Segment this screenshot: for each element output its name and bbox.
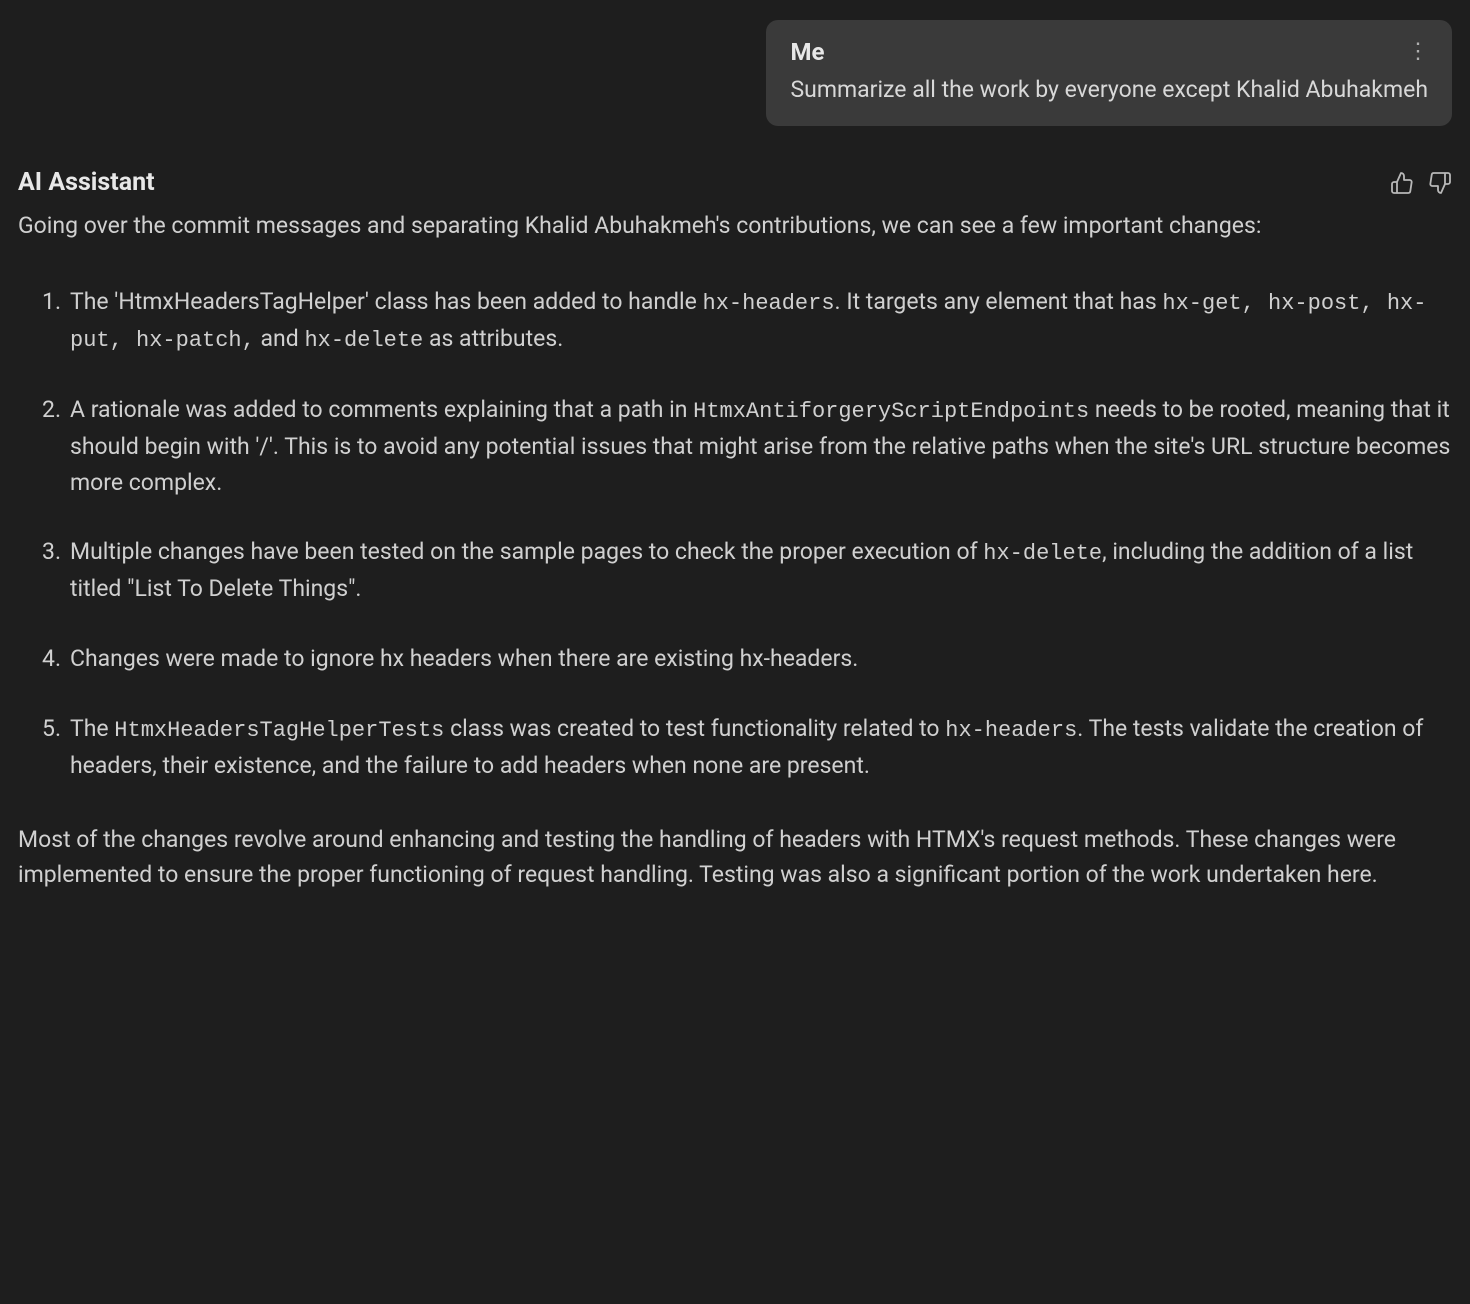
user-message-text: Summarize all the work by everyone excep… (790, 74, 1428, 106)
list-item: The HtmxHeadersTagHelperTests class was … (42, 711, 1452, 784)
list-item: A rationale was added to comments explai… (42, 392, 1452, 500)
list-item-text: Multiple changes have been tested on the… (70, 538, 983, 565)
feedback-icons (1390, 171, 1452, 195)
code-inline: HtmxAntiforgeryScriptEndpoints (693, 399, 1089, 424)
assistant-intro-text: Going over the commit messages and separ… (18, 209, 1452, 244)
list-item-text: and (255, 325, 305, 352)
thumbs-down-icon[interactable] (1428, 171, 1452, 195)
list-item: The 'HtmxHeadersTagHelper' class has bee… (42, 284, 1452, 358)
assistant-message: AI Assistant Going over the commit messa… (18, 168, 1452, 892)
thumbs-up-icon[interactable] (1390, 171, 1414, 195)
assistant-list: The 'HtmxHeadersTagHelper' class has bee… (18, 284, 1452, 784)
code-inline: HtmxHeadersTagHelperTests (114, 718, 444, 743)
list-item: Changes were made to ignore hx headers w… (42, 641, 1452, 677)
list-item-text: A rationale was added to comments explai… (70, 396, 693, 423)
list-item-text: The 'HtmxHeadersTagHelper' class has bee… (70, 288, 703, 315)
assistant-conclusion-text: Most of the changes revolve around enhan… (18, 823, 1452, 892)
more-vertical-icon[interactable]: ⋮ (1407, 41, 1428, 63)
assistant-label: AI Assistant (18, 168, 155, 197)
list-item-text: Changes were made to ignore hx headers w… (70, 645, 858, 672)
user-message-bubble: Me ⋮ Summarize all the work by everyone … (766, 20, 1452, 126)
user-label: Me (790, 38, 824, 66)
user-message-container: Me ⋮ Summarize all the work by everyone … (18, 20, 1452, 126)
assistant-message-header: AI Assistant (18, 168, 1452, 197)
code-inline: hx-headers (945, 718, 1077, 743)
list-item-text: . It targets any element that has (835, 288, 1163, 315)
list-item: Multiple changes have been tested on the… (42, 534, 1452, 607)
code-inline: hx-delete (983, 541, 1102, 566)
list-item-text: The (70, 715, 114, 742)
list-item-text: class was created to test functionality … (444, 715, 945, 742)
code-inline: hx-delete (304, 328, 423, 353)
user-message-header: Me ⋮ (790, 38, 1428, 66)
list-item-text: as attributes. (423, 325, 563, 352)
code-inline: hx-headers (703, 291, 835, 316)
